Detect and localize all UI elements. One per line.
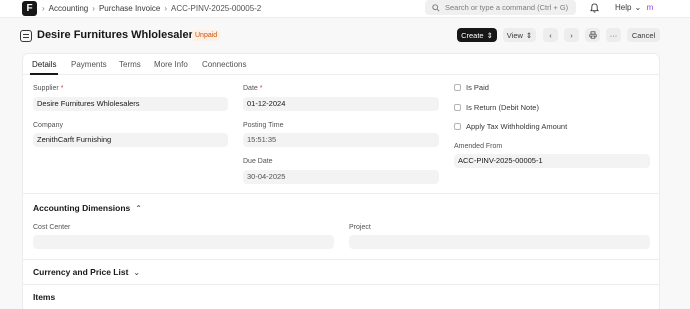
notification-bell-icon[interactable] <box>590 3 599 15</box>
cancel-button[interactable]: Cancel <box>627 28 660 42</box>
view-button[interactable]: View ⇕ <box>503 28 536 42</box>
cost-center-label: Cost Center <box>33 224 71 231</box>
company-field[interactable]: ZenithCarft Furnishing <box>33 133 228 147</box>
amended-from-field[interactable]: ACC-PINV-2025-00005-1 <box>454 154 650 168</box>
page-title: Desire Furnitures Whlolesalers <box>37 29 199 41</box>
is-return-label: Is Return (Debit Note) <box>466 103 539 112</box>
apply-tds-label: Apply Tax Withholding Amount <box>466 122 568 131</box>
breadcrumb-purchase-invoice[interactable]: Purchase Invoice <box>99 4 160 13</box>
print-button[interactable] <box>585 28 600 42</box>
page-header: Desire Furnitures Whlolesalers Unpaid Cr… <box>0 24 690 48</box>
more-actions-button[interactable]: ··· <box>606 28 621 42</box>
create-label: Create <box>461 30 484 40</box>
project-field[interactable] <box>349 235 650 249</box>
updown-icon: ⇕ <box>486 30 493 40</box>
help-menu[interactable]: Help ⌄ <box>615 3 641 12</box>
tab-terms[interactable]: Terms <box>119 60 141 69</box>
chevron-right-icon: › <box>92 4 95 13</box>
breadcrumb-document[interactable]: ACC-PINV-2025-00005-2 <box>171 4 261 13</box>
tab-details[interactable]: Details <box>32 60 56 69</box>
updown-icon: ⇕ <box>525 30 533 40</box>
section-title: Currency and Price List <box>33 267 129 277</box>
breadcrumb-accounting[interactable]: Accounting <box>49 4 89 13</box>
company-label: Company <box>33 122 63 129</box>
items-section-title: Items <box>33 292 56 302</box>
date-field[interactable]: 01-12-2024 <box>243 97 439 111</box>
section-title: Accounting Dimensions <box>33 203 131 213</box>
active-tab-indicator <box>30 73 58 75</box>
section-divider <box>23 193 659 194</box>
search-placeholder: Search or type a command (Ctrl + G) <box>445 3 569 12</box>
accounting-dimensions-toggle[interactable]: Accounting Dimensions ⌃ <box>33 203 142 213</box>
supplier-field[interactable]: Desire Furnitures Whlolesalers <box>33 97 228 111</box>
cost-center-field[interactable] <box>33 235 334 249</box>
previous-doc-button[interactable]: ‹ <box>543 28 558 42</box>
section-divider <box>23 284 659 285</box>
form-card: Details Payments Terms More Info Connect… <box>22 53 660 309</box>
tab-connections[interactable]: Connections <box>202 60 246 69</box>
posting-time-label: Posting Time <box>243 122 284 129</box>
posting-time-field[interactable]: 15:51:35 <box>243 133 439 147</box>
form-tabs: Details Payments Terms More Info Connect… <box>23 54 659 75</box>
checkbox-box[interactable] <box>454 84 461 91</box>
search-icon <box>432 3 440 12</box>
ellipsis-icon: ··· <box>609 30 618 40</box>
checkbox-box[interactable] <box>454 104 461 111</box>
chevron-down-icon: ⌄ <box>634 3 642 12</box>
amended-from-label: Amended From <box>454 143 503 150</box>
section-divider <box>23 259 659 260</box>
is-paid-checkbox[interactable]: Is Paid <box>454 83 489 92</box>
chevron-right-icon: › <box>570 30 573 40</box>
search-bar[interactable]: Search or type a command (Ctrl + G) <box>425 0 576 15</box>
due-date-field[interactable]: 30-04-2025 <box>243 170 439 184</box>
chevron-down-icon: ⌄ <box>133 267 141 277</box>
view-label: View <box>506 30 523 40</box>
chevron-right-icon: › <box>164 4 167 13</box>
navbar: F › Accounting › Purchase Invoice › ACC-… <box>0 0 690 18</box>
due-date-label: Due Date <box>243 158 273 165</box>
checkbox-box[interactable] <box>454 123 461 130</box>
avatar[interactable]: m <box>644 2 656 14</box>
project-label: Project <box>349 224 371 231</box>
sidebar-toggle-icon[interactable] <box>20 30 32 42</box>
is-paid-label: Is Paid <box>466 83 489 92</box>
create-button[interactable]: Create ⇕ <box>457 28 497 42</box>
app-logo[interactable]: F <box>22 1 37 16</box>
printer-icon <box>588 31 597 39</box>
date-label: Date * <box>243 85 263 92</box>
chevron-up-icon: ⌃ <box>135 203 142 213</box>
next-doc-button[interactable]: › <box>564 28 579 42</box>
currency-price-list-toggle[interactable]: Currency and Price List ⌄ <box>33 267 140 277</box>
chevron-left-icon: ‹ <box>549 30 552 40</box>
status-badge: Unpaid <box>192 30 221 41</box>
chevron-right-icon: › <box>42 4 45 13</box>
supplier-label: Supplier * <box>33 85 64 92</box>
help-label: Help <box>615 3 632 12</box>
is-return-checkbox[interactable]: Is Return (Debit Note) <box>454 103 539 112</box>
tab-more-info[interactable]: More Info <box>154 60 188 69</box>
breadcrumb: › Accounting › Purchase Invoice › ACC-PI… <box>42 3 261 14</box>
tab-payments[interactable]: Payments <box>71 60 107 69</box>
apply-tds-checkbox[interactable]: Apply Tax Withholding Amount <box>454 122 567 131</box>
